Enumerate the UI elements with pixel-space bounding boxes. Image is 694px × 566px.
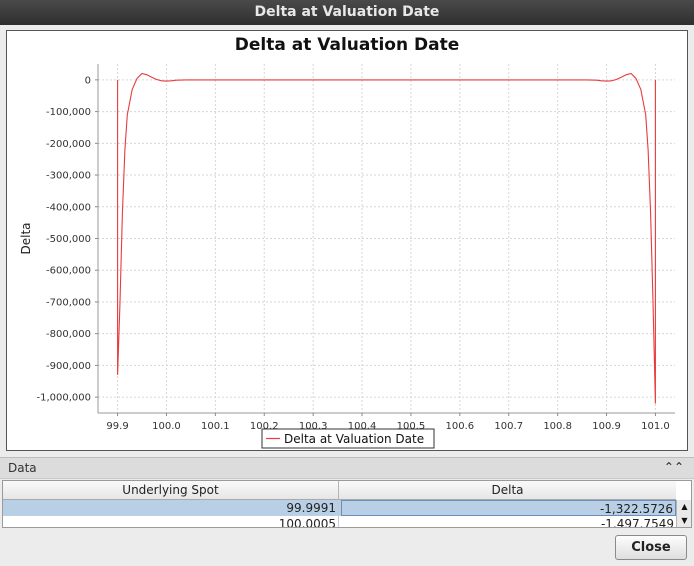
triangle-up-icon[interactable]: ▲ — [677, 500, 691, 514]
x-tick-label: 99.9 — [106, 421, 128, 432]
table-scrollbar[interactable]: ▲ ▼ — [676, 500, 691, 527]
chart-panel: Delta at Valuation Date 0 -100,000 -200,000… — [6, 30, 688, 451]
y-tick-label: -200,000 — [46, 139, 91, 150]
cell-delta[interactable]: -1,322.5726 — [341, 500, 676, 516]
x-tick-label: 100.0 — [152, 421, 181, 432]
y-axis-label: Delta — [19, 222, 33, 254]
x-tick-label: 100.8 — [543, 421, 572, 432]
double-chevron-up-icon[interactable]: ⌃⌃ — [664, 460, 684, 474]
chart-title: Delta at Valuation Date — [235, 35, 460, 55]
x-tick-label: 101.0 — [641, 421, 670, 432]
y-tick-label: -100,000 — [46, 107, 91, 118]
cell-underlying-spot[interactable]: 100.0005 — [3, 516, 339, 527]
table-row[interactable]: 99.9991 -1,322.5726 — [3, 500, 676, 516]
y-tick-label: -300,000 — [46, 171, 91, 182]
y-tick-label: 0 — [85, 75, 91, 86]
y-tick-label: -700,000 — [46, 297, 91, 308]
y-tick-label: -600,000 — [46, 266, 91, 277]
legend-label: Delta at Valuation Date — [284, 432, 424, 446]
data-panel-label: Data — [8, 461, 37, 475]
cell-underlying-spot[interactable]: 99.9991 — [3, 500, 339, 516]
delta-chart: Delta at Valuation Date 0 -100,000 -200,000… — [19, 35, 675, 449]
y-tick-label: -800,000 — [46, 329, 91, 340]
cell-delta[interactable]: -1,497.7549 — [341, 516, 676, 527]
window-title: Delta at Valuation Date — [0, 0, 694, 25]
x-tick-label: 100.9 — [592, 421, 621, 432]
data-table[interactable]: Underlying Spot Delta 99.9991 -1,322.572… — [2, 480, 692, 528]
triangle-down-icon[interactable]: ▼ — [677, 514, 691, 527]
y-tick-label: -1,000,000 — [36, 393, 91, 404]
data-panel-header[interactable]: Data ⌃⌃ — [0, 457, 694, 479]
y-tick-label: -900,000 — [46, 361, 91, 372]
y-tick-label: -500,000 — [46, 234, 91, 245]
close-button[interactable]: Close — [615, 535, 687, 560]
x-tick-label: 100.6 — [446, 421, 475, 432]
column-header-underlying-spot[interactable]: Underlying Spot — [3, 481, 339, 500]
x-tick-label: 100.7 — [494, 421, 523, 432]
column-header-delta[interactable]: Delta — [339, 481, 676, 500]
y-tick-label: -400,000 — [46, 202, 91, 213]
table-header: Underlying Spot Delta — [3, 481, 676, 500]
x-tick-label: 100.1 — [201, 421, 230, 432]
table-row[interactable]: 100.0005 -1,497.7549 — [3, 516, 676, 527]
